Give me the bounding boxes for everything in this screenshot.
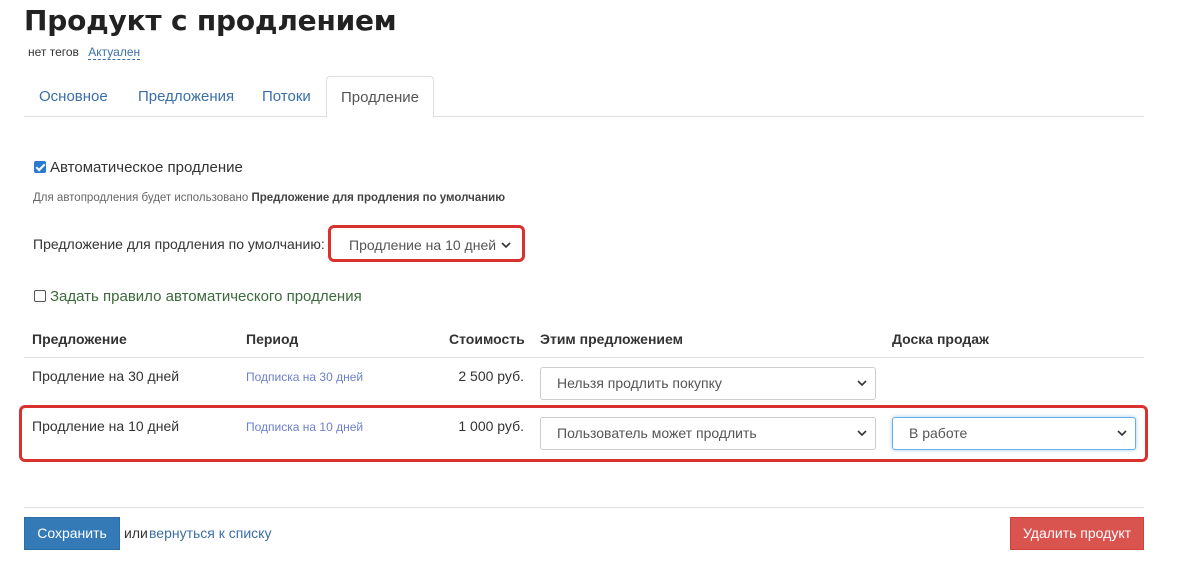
- status-link[interactable]: Актуален: [88, 45, 141, 60]
- hint-prefix: Для автопродления будет использовано: [33, 192, 249, 204]
- table-header-divider: [24, 357, 1144, 358]
- auto-renewal-checkbox[interactable]: [34, 161, 46, 173]
- rule-checkbox[interactable]: [34, 290, 46, 302]
- header-board: Доска продаж: [892, 331, 989, 347]
- tags-line: нет тегов Актуален: [28, 45, 141, 60]
- default-offer-label: Предложение для продления по умолчанию:: [33, 236, 325, 252]
- row-period-link[interactable]: Подписка на 30 дней: [246, 370, 363, 384]
- tab-main[interactable]: Основное: [39, 76, 108, 117]
- row-period-link[interactable]: Подписка на 10 дней: [246, 420, 363, 434]
- back-to-list-link[interactable]: вернуться к списку: [149, 525, 271, 541]
- hint-bold: Предложение для продления по умолчанию: [251, 192, 506, 204]
- auto-renewal-label: Автоматическое продление: [50, 159, 243, 176]
- table-row-divider: [24, 407, 1144, 408]
- header-period: Период: [246, 331, 299, 347]
- header-action: Этим предложением: [540, 331, 683, 347]
- save-button[interactable]: Сохранить: [24, 517, 120, 550]
- rule-label[interactable]: Задать правило автоматического продления: [50, 288, 362, 305]
- tab-offers[interactable]: Предложения: [138, 76, 234, 117]
- header-offer: Предложение: [32, 331, 127, 347]
- tab-streams[interactable]: Потоки: [262, 76, 311, 117]
- row-action-value: Нельзя продлить покупку: [557, 375, 722, 391]
- default-offer-select[interactable]: Продление на 10 дней: [332, 229, 520, 262]
- chevron-down-icon: [857, 368, 867, 411]
- chevron-down-icon: [501, 230, 511, 273]
- tab-bar: Основное Предложения Потоки Продление: [24, 76, 1144, 118]
- row-action-select[interactable]: Пользователь может продлить: [540, 417, 876, 450]
- chevron-down-icon: [1117, 418, 1127, 461]
- delete-product-button[interactable]: Удалить продукт: [1010, 517, 1144, 550]
- row-board-value: В работе: [909, 425, 968, 441]
- row-action-value: Пользователь может продлить: [557, 425, 757, 441]
- row-offer: Продление на 30 дней: [32, 368, 180, 384]
- row-price: 2 500 руб.: [458, 368, 524, 384]
- row-price: 1 000 руб.: [458, 418, 524, 434]
- chevron-down-icon: [857, 418, 867, 461]
- row-offer: Продление на 10 дней: [32, 418, 180, 434]
- or-text: или: [124, 525, 148, 541]
- page-title: Продукт с продлением: [24, 4, 397, 37]
- footer-divider: [24, 507, 1144, 508]
- tags-text: нет тегов: [28, 45, 79, 59]
- row-action-select[interactable]: Нельзя продлить покупку: [540, 367, 876, 400]
- default-offer-value: Продление на 10 дней: [349, 237, 497, 253]
- row-board-select[interactable]: В работе: [892, 417, 1136, 450]
- header-price: Стоимость: [449, 331, 525, 347]
- auto-renewal-hint: Для автопродления будет использовано Пре…: [33, 192, 505, 204]
- tab-renewal[interactable]: Продление: [326, 76, 434, 118]
